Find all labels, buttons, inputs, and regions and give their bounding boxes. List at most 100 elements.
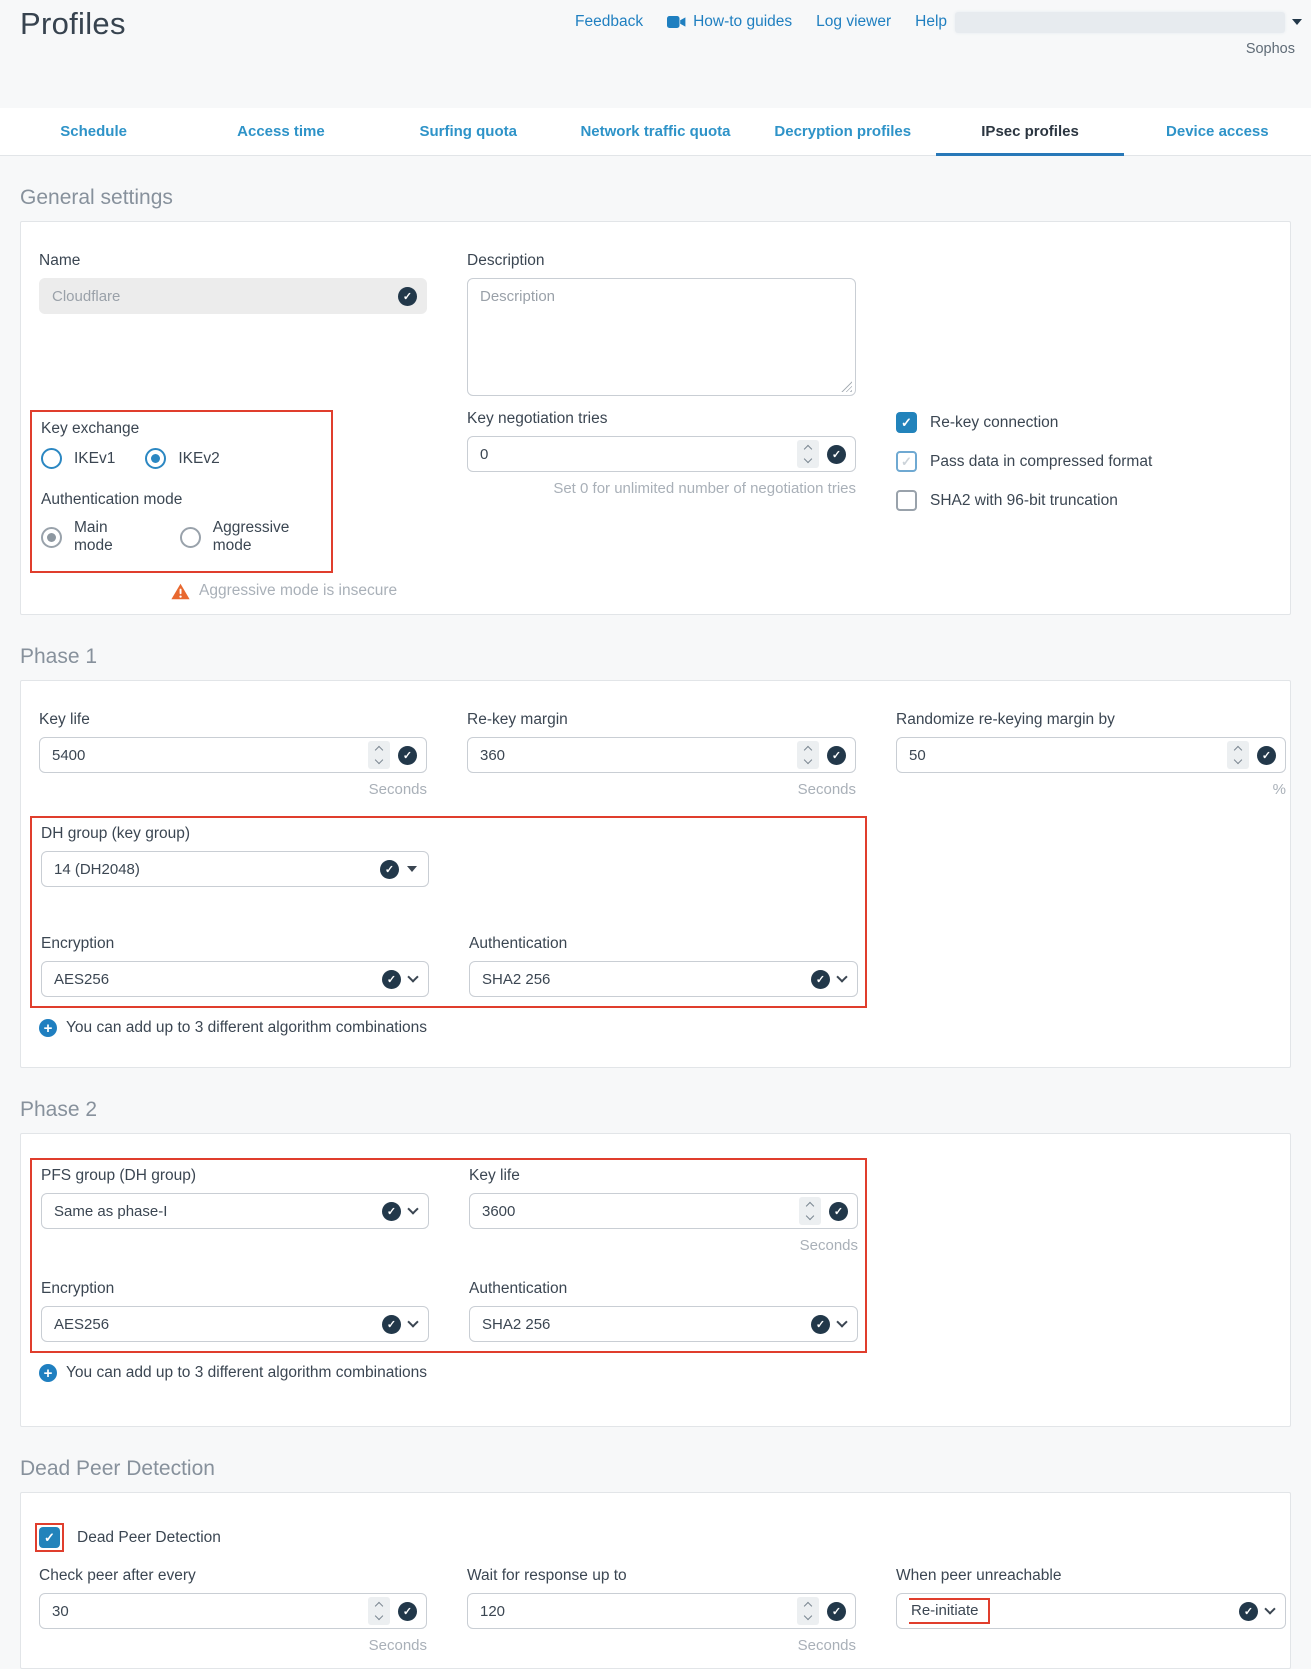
valid-check-icon: ✓ — [811, 970, 830, 989]
pfs-group-select[interactable]: Same as phase-I ✓ — [41, 1193, 429, 1229]
p2-authentication-label: Authentication — [469, 1280, 858, 1298]
valid-check-icon: ✓ — [827, 746, 846, 765]
stepper-control[interactable] — [1227, 741, 1249, 769]
key-negotiation-input[interactable]: 0 ✓ — [467, 436, 856, 472]
brand-label: Sophos — [1246, 41, 1295, 57]
valid-check-icon: ✓ — [382, 1202, 401, 1221]
randomize-margin-input[interactable]: 50 ✓ — [896, 737, 1286, 773]
p2-key-life-input[interactable]: 3600 ✓ — [469, 1193, 858, 1229]
chevron-down-icon — [1264, 1603, 1275, 1614]
name-input[interactable]: Cloudflare ✓ — [39, 278, 427, 314]
p2-authentication-select[interactable]: SHA2 256 ✓ — [469, 1306, 858, 1342]
valid-check-icon: ✓ — [380, 860, 399, 879]
radio-ikev2-label: IKEv2 — [178, 450, 219, 468]
phase1-card: Key life 5400 ✓ Seconds Re-key margin 36… — [20, 680, 1291, 1068]
stepper-control[interactable] — [799, 1197, 821, 1225]
wait-response-input[interactable]: 120 ✓ — [467, 1593, 856, 1629]
reinitiate-annotation-box: Re-initiate — [909, 1598, 990, 1624]
phase2-heading: Phase 2 — [20, 1098, 1291, 1122]
rekey-margin-input[interactable]: 360 ✓ — [467, 737, 856, 773]
rekey-connection-checkbox[interactable]: ✓ — [896, 412, 917, 433]
valid-check-icon: ✓ — [398, 746, 417, 765]
radio-aggressive-mode-label: Aggressive mode — [213, 519, 331, 555]
valid-check-icon: ✓ — [811, 1315, 830, 1334]
stepper-control[interactable] — [368, 741, 390, 769]
add-combination-icon[interactable]: + — [39, 1364, 57, 1382]
key-exchange-annotation-box: Key exchange IKEv1 IKEv2 Authentication … — [30, 410, 333, 573]
tab-access-time[interactable]: Access time — [187, 108, 374, 155]
when-unreachable-select[interactable]: Re-initiate ✓ — [896, 1593, 1286, 1629]
p1-authentication-select[interactable]: SHA2 256 ✓ — [469, 961, 858, 997]
tab-decryption-profiles[interactable]: Decryption profiles — [749, 108, 936, 155]
valid-check-icon: ✓ — [1239, 1602, 1258, 1621]
chevron-down-icon[interactable] — [1292, 19, 1302, 25]
p2-encryption-select[interactable]: AES256 ✓ — [41, 1306, 429, 1342]
valid-check-icon: ✓ — [827, 1602, 846, 1621]
dpd-heading: Dead Peer Detection — [20, 1457, 1291, 1481]
p1-key-life-input[interactable]: 5400 ✓ — [39, 737, 427, 773]
tab-network-traffic-quota[interactable]: Network traffic quota — [562, 108, 749, 155]
key-exchange-label: Key exchange — [41, 420, 331, 438]
rekey-connection-label: Re-key connection — [930, 414, 1058, 432]
phase2-card: PFS group (DH group) Same as phase-I ✓ K… — [20, 1133, 1291, 1427]
phase1-algorithms-annotation-box: DH group (key group) 14 (DH2048) ✓ Encry… — [30, 816, 867, 1008]
sha2-truncation-checkbox[interactable]: ✓ — [896, 490, 917, 511]
stepper-control[interactable] — [797, 440, 819, 468]
stepper-control[interactable] — [368, 1597, 390, 1625]
tab-ipsec-profiles[interactable]: IPsec profiles — [936, 108, 1123, 155]
randomize-margin-unit: % — [896, 781, 1286, 798]
add-combination-icon[interactable]: + — [39, 1019, 57, 1037]
radio-ikev2[interactable] — [145, 448, 166, 469]
wait-response-label: Wait for response up to — [467, 1567, 856, 1585]
randomize-margin-label: Randomize re-keying margin by — [896, 711, 1286, 729]
p2-key-life-label: Key life — [469, 1167, 858, 1185]
phase1-heading: Phase 1 — [20, 645, 1291, 669]
aggressive-mode-warning: Aggressive mode is insecure — [199, 582, 397, 600]
general-settings-card: Name Cloudflare ✓ Description Descriptio… — [20, 221, 1291, 615]
wait-response-unit: Seconds — [467, 1637, 856, 1654]
tab-device-access[interactable]: Device access — [1124, 108, 1311, 155]
rekey-margin-label: Re-key margin — [467, 711, 856, 729]
p1-key-life-unit: Seconds — [39, 781, 427, 798]
p1-authentication-label: Authentication — [469, 935, 858, 953]
compressed-format-checkbox[interactable]: ✓ — [896, 451, 917, 472]
valid-check-icon: ✓ — [398, 287, 417, 306]
tab-schedule[interactable]: Schedule — [0, 108, 187, 155]
p1-encryption-select[interactable]: AES256 ✓ — [41, 961, 429, 997]
chevron-down-icon — [836, 971, 847, 982]
valid-check-icon: ✓ — [1257, 746, 1276, 765]
check-peer-input[interactable]: 30 ✓ — [39, 1593, 427, 1629]
dpd-checkbox[interactable]: ✓ — [39, 1527, 60, 1548]
valid-check-icon: ✓ — [398, 1602, 417, 1621]
tab-surfing-quota[interactable]: Surfing quota — [375, 108, 562, 155]
check-peer-unit: Seconds — [39, 1637, 427, 1654]
radio-aggressive-mode[interactable] — [180, 527, 201, 548]
chevron-down-icon — [407, 1203, 418, 1214]
page-title: Profiles — [20, 6, 126, 42]
howto-guides-link[interactable]: How-to guides — [667, 13, 792, 31]
radio-main-mode-label: Main mode — [74, 519, 150, 555]
auth-mode-label: Authentication mode — [41, 491, 331, 509]
help-link[interactable]: Help — [915, 13, 947, 31]
page-header: Profiles Feedback How-to guides Log view… — [0, 0, 1311, 108]
warning-triangle-icon — [171, 583, 190, 600]
radio-ikev1-label: IKEv1 — [74, 450, 115, 468]
radio-ikev1[interactable] — [41, 448, 62, 469]
stepper-control[interactable] — [797, 741, 819, 769]
p1-encryption-label: Encryption — [41, 935, 429, 953]
chevron-down-icon — [407, 971, 418, 982]
valid-check-icon: ✓ — [382, 970, 401, 989]
p1-key-life-label: Key life — [39, 711, 427, 729]
check-peer-label: Check peer after every — [39, 1567, 427, 1585]
radio-main-mode[interactable] — [41, 527, 62, 548]
dpd-checkbox-annotation-box: ✓ — [35, 1523, 64, 1552]
chevron-down-icon — [836, 1316, 847, 1327]
dh-group-select[interactable]: 14 (DH2048) ✓ — [41, 851, 429, 887]
valid-check-icon: ✓ — [829, 1202, 848, 1221]
stepper-control[interactable] — [797, 1597, 819, 1625]
feedback-link[interactable]: Feedback — [575, 13, 643, 31]
description-textarea[interactable]: Description — [467, 278, 856, 396]
device-selector-redacted[interactable] — [955, 12, 1285, 33]
log-viewer-link[interactable]: Log viewer — [816, 13, 891, 31]
p1-note: You can add up to 3 different algorithm … — [66, 1019, 427, 1037]
